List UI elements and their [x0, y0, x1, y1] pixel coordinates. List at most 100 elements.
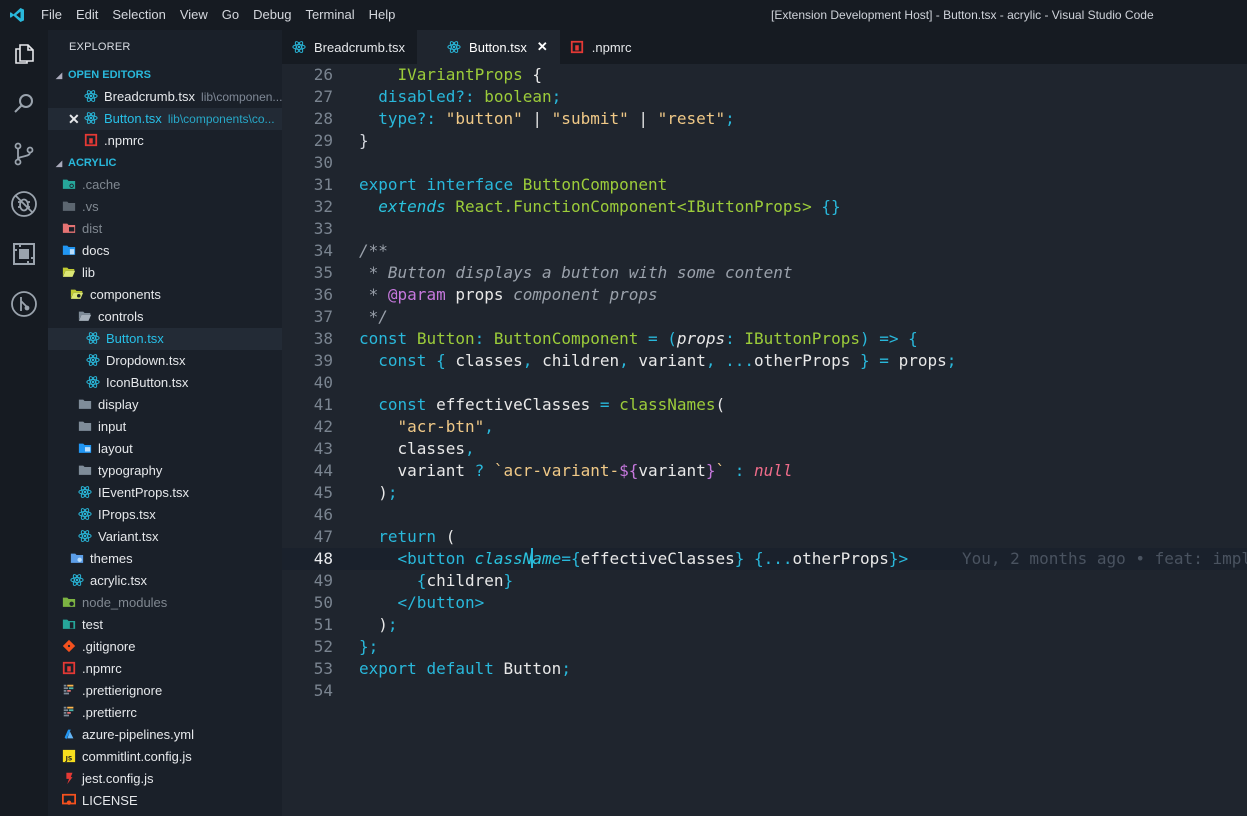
tree-label: acrylic.tsx	[90, 573, 148, 588]
code-line[interactable]: 41 const effectiveClasses = classNames(	[282, 394, 1247, 416]
code-line[interactable]: 44 variant ? `acr-variant-${variant}` : …	[282, 460, 1247, 482]
code-line[interactable]: 46	[282, 504, 1247, 526]
code-line[interactable]: 36 * @param props component props	[282, 284, 1247, 306]
menu-terminal[interactable]: Terminal	[298, 0, 361, 30]
tab-breadcrumb[interactable]: Breadcrumb.tsx	[282, 30, 417, 64]
code-line[interactable]: 33	[282, 218, 1247, 240]
line-number: 29	[313, 131, 333, 150]
open-editor-item[interactable]: .npmrc	[48, 130, 282, 152]
tree-file[interactable]: IProps.tsx	[48, 504, 282, 526]
menu-edit[interactable]: Edit	[69, 0, 105, 30]
menu-help[interactable]: Help	[362, 0, 403, 30]
tree-folder[interactable]: .cache	[48, 174, 282, 196]
code-line[interactable]: 34 /**	[282, 240, 1247, 262]
tree-file[interactable]: .gitignore	[48, 636, 282, 658]
tree-file-selected[interactable]: Button.tsx	[48, 328, 282, 350]
open-editor-item[interactable]: Breadcrumb.tsx lib\componen...	[48, 86, 282, 108]
code-line[interactable]: 49 {children}	[282, 570, 1247, 592]
code-line[interactable]: 37 */	[282, 306, 1247, 328]
tree-file[interactable]: azure-pipelines.yml	[48, 724, 282, 746]
debug-icon[interactable]	[0, 180, 48, 228]
code-line[interactable]: 31 export interface ButtonComponent	[282, 174, 1247, 196]
tree-folder[interactable]: themes	[48, 548, 282, 570]
open-editor-item[interactable]: ✕ Button.tsx lib\components\co...	[48, 108, 282, 130]
tree-file[interactable]: .prettierrc	[48, 702, 282, 724]
code-line[interactable]: 43 classes,	[282, 438, 1247, 460]
tree-label: layout	[98, 441, 133, 456]
menu-debug[interactable]: Debug	[246, 0, 298, 30]
code-token: otherProps	[792, 549, 889, 568]
menu-file[interactable]: File	[34, 0, 69, 30]
tree-file[interactable]: Variant.tsx	[48, 526, 282, 548]
tree-folder[interactable]: .vs	[48, 196, 282, 218]
tree-folder[interactable]: input	[48, 416, 282, 438]
code-token: ...	[725, 351, 755, 370]
code-line[interactable]: 47 return (	[282, 526, 1247, 548]
tree-folder[interactable]: dist	[48, 218, 282, 240]
tree-folder[interactable]: controls	[48, 306, 282, 328]
code-token: export	[359, 175, 417, 194]
menu-go[interactable]: Go	[215, 0, 246, 30]
code-line[interactable]: 50 </button>	[282, 592, 1247, 614]
code-line[interactable]: 52};	[282, 636, 1247, 658]
close-tab-icon[interactable]: ✕	[537, 39, 548, 55]
tree-file[interactable]: LICENSE	[48, 790, 282, 812]
extensions-icon[interactable]	[0, 230, 48, 278]
tree-folder[interactable]: layout	[48, 438, 282, 460]
tree-file[interactable]: jest.config.js	[48, 768, 282, 790]
tab-npmrc[interactable]: .npmrc	[560, 30, 644, 64]
code-line[interactable]: 30	[282, 152, 1247, 174]
tree-folder[interactable]: test	[48, 614, 282, 636]
tree-folder[interactable]: lib	[48, 262, 282, 284]
tree-folder[interactable]: components	[48, 284, 282, 306]
source-control-icon[interactable]	[0, 130, 48, 178]
tree-label: .prettierrc	[82, 705, 137, 720]
menu-view[interactable]: View	[173, 0, 215, 30]
code-line[interactable]: 51 );	[282, 614, 1247, 636]
tree-folder[interactable]: node_modules	[48, 592, 282, 614]
code-editor[interactable]: 26 IVariantProps {27 disabled?: boolean;…	[282, 64, 1247, 816]
code-line[interactable]: 42 "acr-btn",	[282, 416, 1247, 438]
code-token: "reset"	[657, 109, 726, 128]
code-line[interactable]: 32 extends React.FunctionComponent<IButt…	[282, 196, 1247, 218]
react-icon	[84, 112, 98, 124]
tree-file[interactable]: .npmrc	[48, 658, 282, 680]
tree-file[interactable]: Dropdown.tsx	[48, 350, 282, 372]
tree-folder[interactable]: docs	[48, 240, 282, 262]
close-icon[interactable]: ✕	[68, 108, 80, 130]
code-line[interactable]: 40	[282, 372, 1247, 394]
open-editors-header[interactable]: ◢ OPEN EDITORS	[48, 64, 282, 86]
code-line[interactable]: 54	[282, 680, 1247, 702]
tree-folder[interactable]: typography	[48, 460, 282, 482]
line-number: 28	[313, 109, 333, 128]
tree-folder[interactable]: display	[48, 394, 282, 416]
code-line[interactable]: 29}	[282, 130, 1247, 152]
tab-button[interactable]: Button.tsx ✕	[417, 30, 560, 64]
tree-label: .cache	[82, 177, 121, 192]
project-header[interactable]: ◢ ACRYLIC	[48, 152, 282, 174]
code-line[interactable]: 26 IVariantProps {	[282, 64, 1247, 86]
code-line[interactable]: 45 );	[282, 482, 1247, 504]
explorer-icon[interactable]	[0, 30, 48, 78]
code-line[interactable]: 53 export default Button;	[282, 658, 1247, 680]
menu-selection[interactable]: Selection	[105, 0, 172, 30]
tree-file[interactable]: IEventProps.tsx	[48, 482, 282, 504]
code-line[interactable]: 27 disabled?: boolean;	[282, 86, 1247, 108]
git-history-icon[interactable]	[0, 280, 48, 328]
tree-file[interactable]: JS commitlint.config.js	[48, 746, 282, 768]
tree-file[interactable]: acrylic.tsx	[48, 570, 282, 592]
tree-file[interactable]: .prettierignore	[48, 680, 282, 702]
search-icon[interactable]	[0, 80, 48, 128]
code-line[interactable]: 38 const Button: ButtonComponent = (props…	[282, 328, 1247, 350]
code-line[interactable]: 39 const { classes, children, variant, .…	[282, 350, 1247, 372]
code-line[interactable]: 28 type?: "button" | "submit" | "reset";	[282, 108, 1247, 130]
code-token: variant	[397, 461, 465, 480]
code-line[interactable]: 48 <button className={effectiveClasses} …	[282, 548, 1247, 570]
tree-file[interactable]: IconButton.tsx	[48, 372, 282, 394]
code-line[interactable]: 35 * Button displays a button with some …	[282, 262, 1247, 284]
